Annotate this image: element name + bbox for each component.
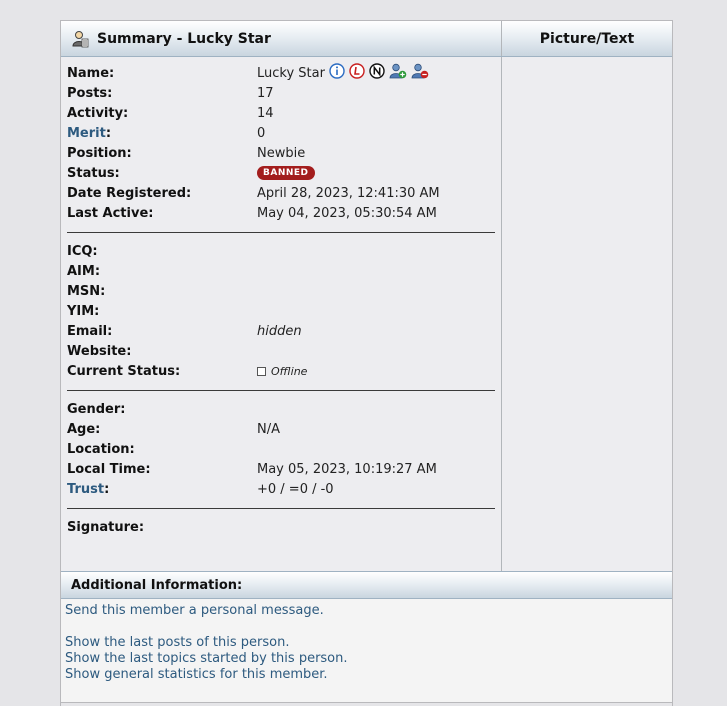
current-status-row: Current Status: Offline [67, 361, 495, 381]
name-row: Name: Lucky Star [67, 63, 495, 83]
position-label: Position: [67, 145, 132, 161]
divider [67, 390, 495, 391]
divider [67, 508, 495, 509]
email-row: Email: hidden [67, 321, 495, 341]
msn-label: MSN: [67, 283, 106, 299]
email-label: Email: [67, 323, 113, 339]
profile-frame: Summary - Lucky Star Picture/Text Name: … [60, 20, 673, 706]
additional-info-header: Additional Information: [61, 571, 672, 599]
status-badge: BANNED [257, 166, 315, 180]
position-value: Newbie [257, 145, 306, 161]
trust-row: Trust: +0 / =0 / -0 [67, 479, 495, 499]
add-buddy-icon[interactable] [389, 63, 407, 83]
send-pm-link[interactable]: Send this member a personal message. [65, 603, 324, 618]
general-stats-link[interactable]: Show general statistics for this member. [65, 667, 328, 682]
date-registered-row: Date Registered: April 28, 2023, 12:41:3… [67, 183, 495, 203]
last-active-label: Last Active: [67, 205, 154, 221]
location-row: Location: [67, 439, 495, 459]
trust-link[interactable]: Trust [67, 482, 104, 497]
yim-row: YIM: [67, 301, 495, 321]
picture-text-panel [501, 57, 672, 571]
ledger-icon[interactable] [349, 63, 365, 83]
signature-label: Signature: [67, 519, 145, 535]
page-title: Summary - Lucky Star [97, 30, 271, 47]
merit-row: Merit: 0 [67, 123, 495, 143]
picture-text-heading: Picture/Text [501, 21, 672, 56]
trust-value: +0 / =0 / -0 [257, 481, 334, 497]
status-row: Status: BANNED [67, 163, 495, 183]
website-row: Website: [67, 341, 495, 361]
n-icon[interactable] [369, 63, 385, 83]
person-icon [71, 30, 89, 48]
status-value: BANNED [257, 166, 495, 180]
info-icon[interactable] [329, 63, 345, 83]
last-active-row: Last Active: May 04, 2023, 05:30:54 AM [67, 203, 495, 223]
offline-icon [257, 366, 266, 376]
yim-label: YIM: [67, 303, 100, 319]
signature-row: Signature: [67, 517, 495, 537]
email-value: hidden [257, 323, 302, 339]
merit-link[interactable]: Merit [67, 126, 106, 141]
age-row: Age: N/A [67, 419, 495, 439]
current-status-label: Current Status: [67, 363, 181, 379]
activity-label: Activity: [67, 105, 129, 121]
location-label: Location: [67, 441, 135, 457]
current-status-value: Offline [257, 365, 495, 378]
name-label: Name: [67, 65, 115, 81]
status-label: Status: [67, 165, 120, 181]
posts-label: Posts: [67, 85, 113, 101]
ignore-user-icon[interactable] [411, 63, 429, 83]
aim-label: AIM: [67, 263, 101, 279]
website-label: Website: [67, 343, 132, 359]
icq-row: ICQ: [67, 241, 495, 261]
offline-text: Offline [271, 364, 308, 378]
activity-row: Activity: 14 [67, 103, 495, 123]
age-label: Age: [67, 421, 101, 437]
icq-label: ICQ: [67, 243, 98, 259]
local-time-value: May 05, 2023, 10:19:27 AM [257, 461, 437, 477]
summary-header: Summary - Lucky Star Picture/Text [61, 21, 672, 57]
local-time-row: Local Time: May 05, 2023, 10:19:27 AM [67, 459, 495, 479]
aim-row: AIM: [67, 261, 495, 281]
merit-label-group: Merit: [67, 125, 112, 141]
additional-info-body: Send this member a personal message. Sho… [61, 599, 672, 703]
trust-label-group: Trust: [67, 481, 110, 497]
summary-title-area: Summary - Lucky Star [61, 21, 501, 56]
gender-row: Gender: [67, 399, 495, 419]
last-active-value: May 04, 2023, 05:30:54 AM [257, 205, 437, 221]
posts-value: 17 [257, 85, 274, 101]
gender-label: Gender: [67, 401, 126, 417]
divider [67, 232, 495, 233]
local-time-label: Local Time: [67, 461, 151, 477]
activity-value: 14 [257, 105, 274, 121]
posts-row: Posts: 17 [67, 83, 495, 103]
name-value: Lucky Star [257, 65, 325, 81]
position-row: Position: Newbie [67, 143, 495, 163]
last-posts-link[interactable]: Show the last posts of this person. [65, 635, 289, 650]
msn-row: MSN: [67, 281, 495, 301]
age-value: N/A [257, 421, 280, 437]
summary-panel: Name: Lucky Star Posts: 17 Activity: 14 … [61, 57, 501, 571]
date-registered-value: April 28, 2023, 12:41:30 AM [257, 185, 440, 201]
name-value-group: Lucky Star [257, 63, 495, 83]
merit-value: 0 [257, 125, 266, 141]
date-registered-label: Date Registered: [67, 185, 192, 201]
last-topics-link[interactable]: Show the last topics started by this per… [65, 651, 348, 666]
